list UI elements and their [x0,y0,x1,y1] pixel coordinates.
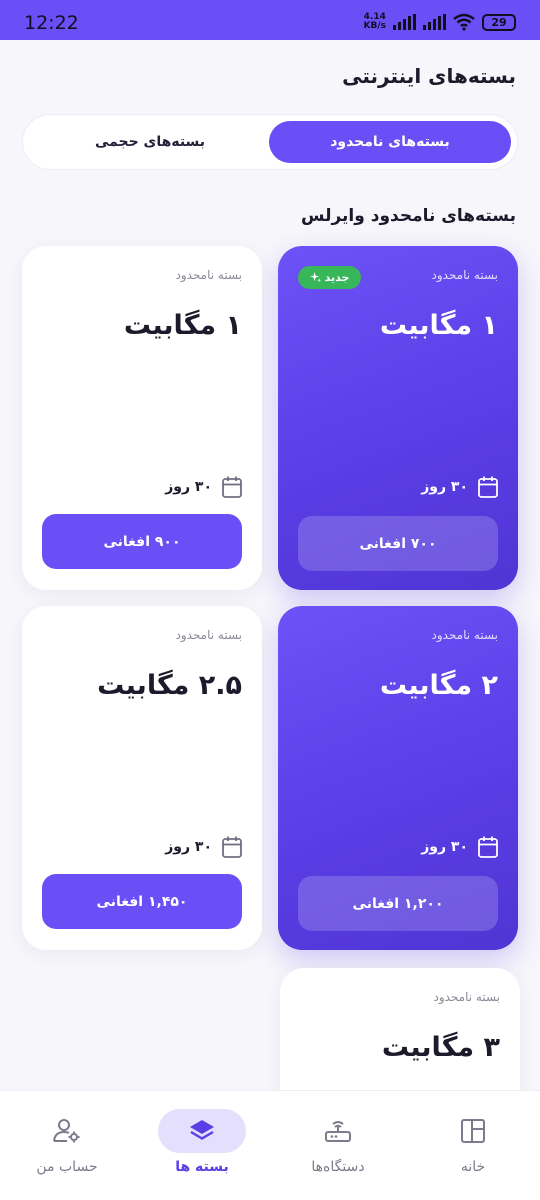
nav-packages[interactable]: بسته ها [147,1109,257,1189]
nav-account-label: حساب من [36,1159,98,1175]
card-duration: ۳۰ روز [165,476,242,498]
card-duration: ۳۰ روز [165,836,242,858]
card-speed: ۲.۵ مگابیت [97,670,242,701]
new-badge: جدید [298,266,361,289]
duration-text: ۳۰ روز [421,839,468,855]
nav-devices[interactable]: دستگاه‌ها [283,1109,393,1189]
battery-icon: 29 [482,13,516,31]
package-card[interactable]: بسته نامحدود ۱ مگابیت ۳۰ روز ۹۰۰ افغانی [22,246,262,590]
nav-home-label: خانه [460,1159,486,1175]
calendar-icon [478,476,498,498]
card-label: بسته نامحدود [433,990,500,1004]
card-label: بسته نامحدود [431,268,498,282]
buy-button[interactable]: ۱,۴۵۰ افغانی [42,874,242,929]
nav-account-icon-wrap [23,1109,111,1153]
nav-devices-label: دستگاه‌ها [311,1159,365,1175]
buy-button[interactable]: ۹۰۰ افغانی [42,514,242,569]
signal-icon-2 [423,14,446,30]
card-label: بسته نامحدود [175,628,242,642]
package-card[interactable]: بسته نامحدود ۲.۵ مگابیت ۳۰ روز ۱,۴۵۰ افغ… [22,606,262,950]
section-title: بسته‌های نامحدود وایرلس [301,206,516,226]
card-speed: ۱ مگابیت [379,310,498,341]
signal-icon [393,14,416,30]
nav-home[interactable]: خانه [418,1109,528,1189]
status-bar: 12:22 4.14 KB/s 29 [0,0,540,40]
nav-home-icon-wrap [429,1109,517,1153]
duration-text: ۳۰ روز [165,479,212,495]
tab-volume[interactable]: بسته‌های حجمی [29,121,271,163]
status-time: 12:22 [24,12,79,34]
layout-grid-icon [461,1119,485,1143]
nav-packages-label: بسته ها [175,1159,229,1175]
card-duration: ۳۰ روز [421,836,498,858]
layers-icon [190,1120,214,1140]
network-speed: 4.14 KB/s [364,13,386,31]
tab-unlimited[interactable]: بسته‌های نامحدود [269,121,511,163]
buy-button[interactable]: ۱,۲۰۰ افغانی [298,876,498,931]
router-icon [325,1121,351,1142]
card-label: بسته نامحدود [431,628,498,642]
duration-text: ۳۰ روز [165,839,212,855]
card-label: بسته نامحدود [175,268,242,282]
network-speed-unit: KB/s [363,21,386,31]
package-card[interactable]: بسته نامحدود جدید ۱ مگابیت ۳۰ روز ۷۰۰ اف… [278,246,518,590]
package-card[interactable]: بسته نامحدود ۲ مگابیت ۳۰ روز ۱,۲۰۰ افغان… [278,606,518,950]
card-speed: ۱ مگابیت [123,310,242,341]
bottom-navigation: خانه دستگاه‌ها بسته ها [0,1090,540,1200]
user-settings-icon [53,1119,80,1143]
page-title: بسته‌های اینترنتی [342,64,516,88]
calendar-icon [478,836,498,858]
buy-button[interactable]: ۷۰۰ افغانی [298,516,498,571]
card-speed: ۲ مگابیت [379,670,498,701]
nav-devices-icon-wrap [294,1109,382,1153]
wifi-icon [453,13,475,31]
status-indicators: 4.14 KB/s 29 [364,10,516,34]
sparkle-icon [309,272,321,283]
card-speed: ۳ مگابیت [381,1032,500,1063]
nav-packages-icon-wrap [158,1109,246,1153]
new-badge-label: جدید [324,271,350,284]
calendar-icon [222,836,242,858]
card-duration: ۳۰ روز [421,476,498,498]
package-type-tabs: بسته‌های نامحدود بسته‌های حجمی [22,114,518,170]
duration-text: ۳۰ روز [421,479,468,495]
calendar-icon [222,476,242,498]
nav-account[interactable]: حساب من [12,1109,122,1189]
